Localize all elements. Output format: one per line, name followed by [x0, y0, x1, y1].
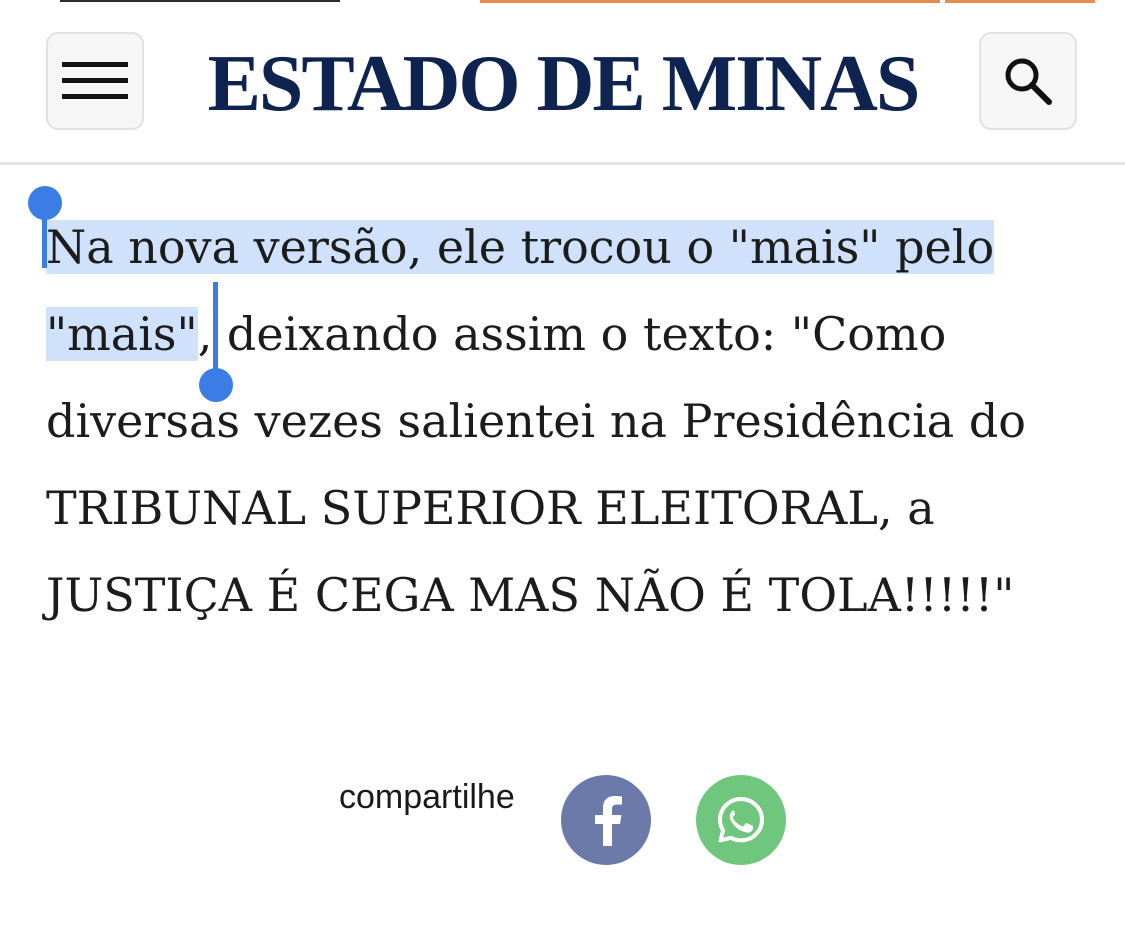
site-header: ESTADO DE MINAS [0, 4, 1125, 165]
search-icon [1005, 58, 1052, 105]
whatsapp-icon [718, 797, 764, 843]
share-label: compartilhe [339, 778, 515, 816]
site-logo[interactable]: ESTADO DE MINAS [180, 34, 946, 134]
menu-button[interactable] [46, 32, 144, 130]
hamburger-menu-icon [62, 62, 128, 99]
facebook-share-button[interactable] [561, 775, 651, 865]
whatsapp-share-button[interactable] [696, 775, 786, 865]
share-section: compartilhe [0, 770, 1125, 870]
search-button[interactable] [979, 32, 1077, 130]
article-paragraph: Na nova versão, ele trocou o "mais" pelo… [46, 204, 1086, 639]
facebook-icon [595, 796, 622, 846]
